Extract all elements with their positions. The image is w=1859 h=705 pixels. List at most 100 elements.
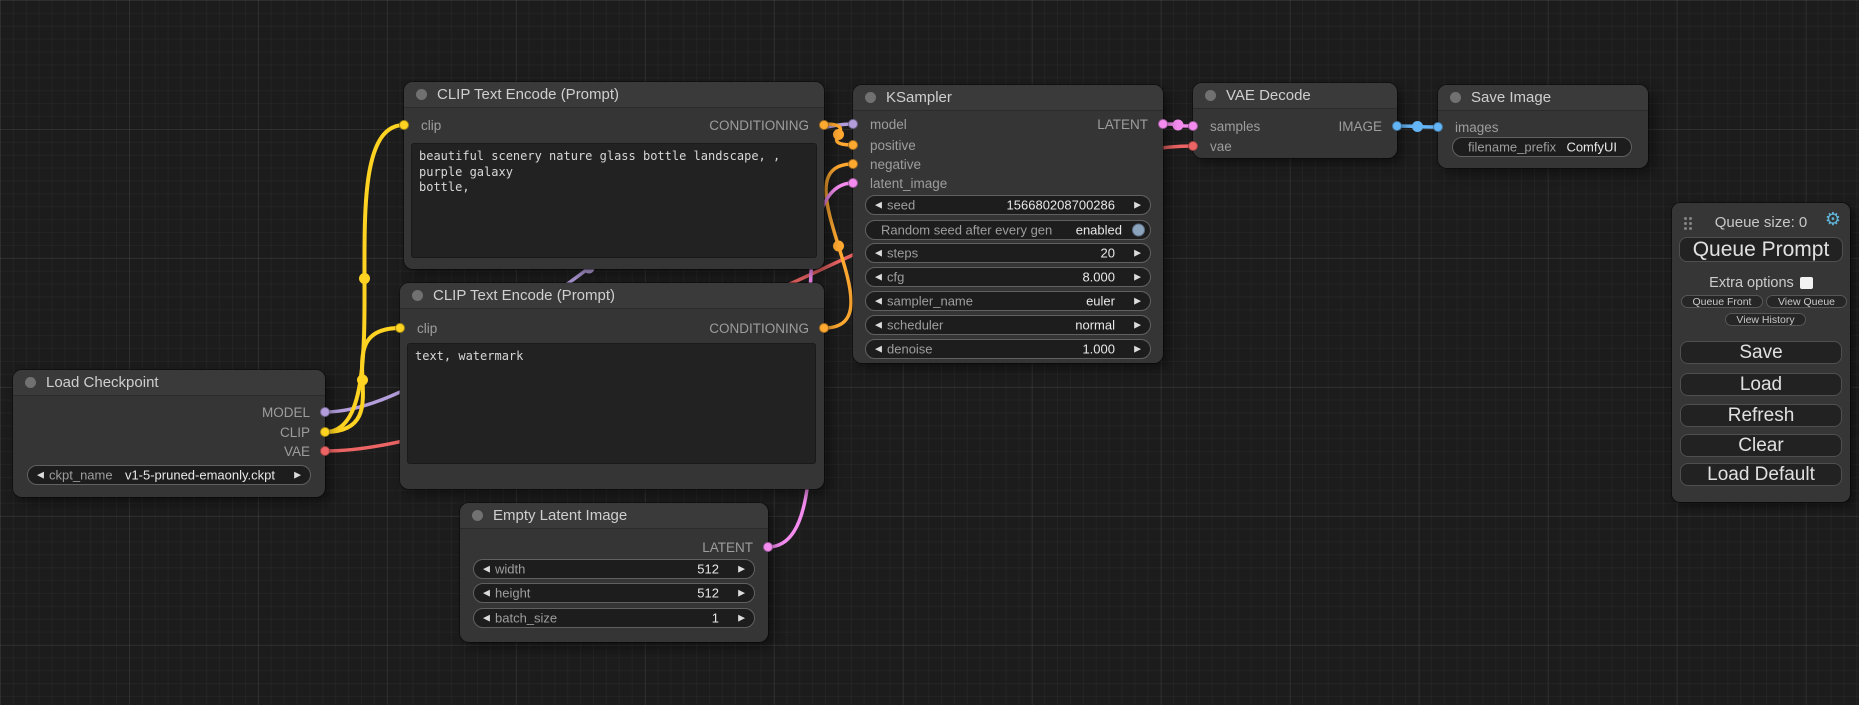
seed-widget[interactable]: ◀ seed 156680208700286 ▶ (865, 195, 1151, 215)
node-vae-decode[interactable]: VAE Decode samples IMAGE vae (1193, 83, 1397, 158)
image-output-dot[interactable] (1392, 121, 1402, 131)
output-slot-conditioning[interactable]: CONDITIONING (404, 116, 824, 134)
vae-output-dot[interactable] (320, 446, 330, 456)
denoise-widget[interactable]: ◀ denoise 1.000 ▶ (865, 339, 1151, 359)
random-seed-toggle-widget[interactable]: Random seed after every gen enabled (865, 220, 1151, 240)
increment-arrow-icon[interactable]: ▶ (738, 614, 745, 623)
increment-arrow-icon[interactable]: ▶ (1134, 297, 1141, 306)
input-slot-images[interactable]: images (1438, 118, 1648, 136)
clip-link-positive-midpoint-dot[interactable] (359, 273, 370, 284)
clip-link-negative-midpoint-dot[interactable] (357, 375, 368, 386)
model-output-dot[interactable] (320, 407, 330, 417)
increment-arrow-icon[interactable]: ▶ (1134, 345, 1141, 354)
increment-arrow-icon[interactable]: ▶ (1134, 201, 1141, 210)
collapse-dot-icon[interactable] (472, 510, 483, 521)
input-slot-latent-image[interactable]: latent_image (853, 174, 1163, 192)
collapse-dot-icon[interactable] (865, 92, 876, 103)
node-titlebar[interactable]: Save Image (1438, 85, 1648, 111)
prompt-textarea[interactable]: text, watermark (407, 343, 816, 464)
image-link[interactable] (1397, 126, 1438, 127)
latent-image-input-dot[interactable] (848, 178, 858, 188)
decrement-arrow-icon[interactable]: ◀ (875, 201, 882, 210)
input-slot-vae[interactable]: vae (1193, 137, 1397, 155)
steps-widget[interactable]: ◀ steps 20 ▶ (865, 243, 1151, 263)
node-titlebar[interactable]: CLIP Text Encode (Prompt) (404, 82, 824, 108)
node-titlebar[interactable]: Empty Latent Image (460, 503, 768, 529)
height-widget[interactable]: ◀ height 512 ▶ (473, 583, 755, 603)
increment-arrow-icon[interactable]: ▶ (1134, 321, 1141, 330)
settings-gear-icon[interactable]: ⚙ (1825, 210, 1841, 228)
image-link-midpoint-dot[interactable] (1412, 121, 1423, 132)
load-default-button[interactable]: Load Default (1680, 463, 1842, 486)
latent-output-dot[interactable] (1158, 119, 1168, 129)
queue-front-button[interactable]: Queue Front (1681, 295, 1763, 308)
decrement-arrow-icon[interactable]: ◀ (875, 249, 882, 258)
increment-arrow-icon[interactable]: ▶ (738, 589, 745, 598)
output-slot-latent[interactable]: LATENT (460, 538, 768, 556)
decrement-arrow-icon[interactable]: ◀ (37, 471, 44, 480)
decrement-arrow-icon[interactable]: ◀ (875, 345, 882, 354)
node-save-image[interactable]: Save Image images filename_prefix ComfyU… (1438, 85, 1648, 168)
input-slot-positive[interactable]: positive (853, 136, 1163, 154)
cond-link-positive-midpoint-dot[interactable] (833, 129, 844, 140)
view-queue-button[interactable]: View Queue (1766, 295, 1847, 308)
clip-link-negative[interactable] (325, 328, 400, 432)
decrement-arrow-icon[interactable]: ◀ (875, 273, 882, 282)
node-ksampler[interactable]: KSampler model LATENT positive negative … (853, 85, 1163, 363)
cond-link-negative[interactable] (824, 164, 853, 328)
increment-arrow-icon[interactable]: ▶ (294, 471, 301, 480)
conditioning-output-dot[interactable] (819, 323, 829, 333)
latent-link-ksampler-midpoint-dot[interactable] (1173, 120, 1184, 131)
images-input-dot[interactable] (1433, 122, 1443, 132)
extra-options-checkbox[interactable] (1800, 277, 1813, 289)
view-history-button[interactable]: View History (1725, 313, 1806, 326)
node-clip-text-encode-positive[interactable]: CLIP Text Encode (Prompt) clip CONDITION… (404, 82, 824, 269)
save-button[interactable]: Save (1680, 341, 1842, 364)
node-titlebar[interactable]: VAE Decode (1193, 83, 1397, 109)
filename-prefix-widget[interactable]: filename_prefix ComfyUI (1452, 137, 1632, 157)
decrement-arrow-icon[interactable]: ◀ (483, 589, 490, 598)
output-slot-clip[interactable]: CLIP (13, 423, 325, 441)
prompt-textarea[interactable]: beautiful scenery nature glass bottle la… (411, 143, 817, 258)
graph-canvas[interactable]: Load Checkpoint MODEL CLIP VAE ◀ ckpt_na… (0, 0, 1859, 705)
batch-size-widget[interactable]: ◀ batch_size 1 ▶ (473, 608, 755, 628)
sampler-name-widget[interactable]: ◀ sampler_name euler ▶ (865, 291, 1151, 311)
clip-output-dot[interactable] (320, 427, 330, 437)
node-clip-text-encode-negative[interactable]: CLIP Text Encode (Prompt) clip CONDITION… (400, 283, 824, 489)
queue-prompt-button[interactable]: Queue Prompt (1679, 237, 1843, 262)
output-slot-image[interactable]: IMAGE (1193, 117, 1397, 135)
output-slot-model[interactable]: MODEL (13, 403, 325, 421)
decrement-arrow-icon[interactable]: ◀ (483, 614, 490, 623)
ckpt-name-widget[interactable]: ◀ ckpt_name v1-5-pruned-emaonly.ckpt ▶ (27, 465, 311, 485)
increment-arrow-icon[interactable]: ▶ (1134, 273, 1141, 282)
output-slot-conditioning[interactable]: CONDITIONING (400, 319, 824, 337)
latent-output-dot[interactable] (763, 542, 773, 552)
node-titlebar[interactable]: Load Checkpoint (13, 370, 325, 396)
collapse-dot-icon[interactable] (25, 377, 36, 388)
output-slot-vae[interactable]: VAE (13, 442, 325, 460)
collapse-dot-icon[interactable] (1205, 90, 1216, 101)
clear-button[interactable]: Clear (1680, 434, 1842, 457)
collapse-dot-icon[interactable] (416, 89, 427, 100)
collapse-dot-icon[interactable] (1450, 92, 1461, 103)
vae-input-dot[interactable] (1188, 141, 1198, 151)
load-button[interactable]: Load (1680, 373, 1842, 396)
positive-input-dot[interactable] (848, 140, 858, 150)
node-empty-latent-image[interactable]: Empty Latent Image LATENT ◀ width 512 ▶ … (460, 503, 768, 642)
decrement-arrow-icon[interactable]: ◀ (875, 297, 882, 306)
node-load-checkpoint[interactable]: Load Checkpoint MODEL CLIP VAE ◀ ckpt_na… (13, 370, 325, 497)
node-titlebar[interactable]: KSampler (853, 85, 1163, 111)
conditioning-output-dot[interactable] (819, 120, 829, 130)
cfg-widget[interactable]: ◀ cfg 8.000 ▶ (865, 267, 1151, 287)
negative-input-dot[interactable] (848, 159, 858, 169)
width-widget[interactable]: ◀ width 512 ▶ (473, 559, 755, 579)
decrement-arrow-icon[interactable]: ◀ (483, 565, 490, 574)
clip-link-positive[interactable] (325, 125, 404, 432)
output-slot-latent[interactable]: LATENT (853, 115, 1163, 133)
increment-arrow-icon[interactable]: ▶ (738, 565, 745, 574)
node-titlebar[interactable]: CLIP Text Encode (Prompt) (400, 283, 824, 309)
decrement-arrow-icon[interactable]: ◀ (875, 321, 882, 330)
increment-arrow-icon[interactable]: ▶ (1134, 249, 1141, 258)
scheduler-widget[interactable]: ◀ scheduler normal ▶ (865, 315, 1151, 335)
refresh-button[interactable]: Refresh (1680, 404, 1842, 427)
